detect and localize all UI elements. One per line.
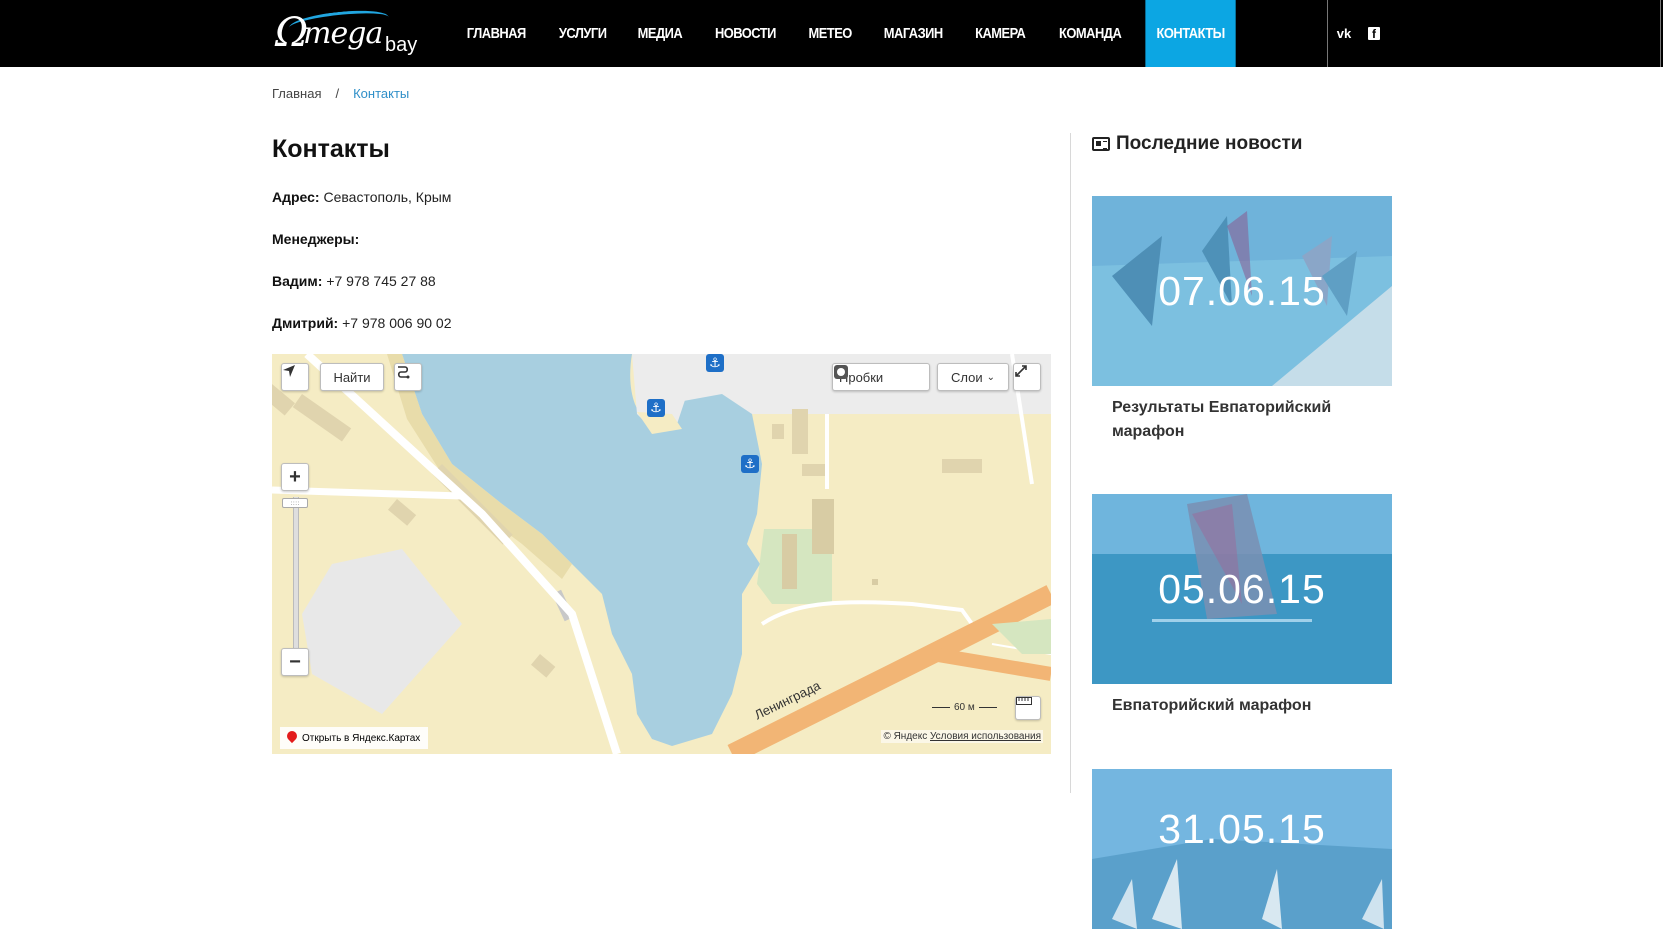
zoom-in-button[interactable]: + — [281, 463, 309, 491]
plus-icon: + — [289, 465, 301, 488]
nav-item-contacts[interactable]: КОНТАКТЫ — [1145, 0, 1237, 67]
open-in-yandex-link[interactable]: Открыть в Яндекс.Картах — [280, 727, 429, 749]
locate-button[interactable] — [281, 363, 309, 391]
address-value: Севастополь, Крым — [323, 189, 452, 205]
map-pin-icon — [284, 728, 300, 744]
anchor-icon[interactable]: ⚓ — [741, 455, 759, 473]
expand-icon — [1015, 365, 1027, 377]
map-scale: 60 м — [932, 702, 997, 713]
news-thumbnail[interactable]: 07.06.15 — [1092, 196, 1392, 386]
zoom-slider-handle[interactable]: :::: — [282, 498, 308, 508]
open-in-yandex-label: Открыть в Яндекс.Картах — [302, 732, 421, 744]
manager-vadim-line: Вадим: +7 978 745 27 88 — [272, 273, 436, 289]
fullscreen-button[interactable] — [1013, 363, 1041, 391]
site-logo[interactable]: Ω mega bay — [275, 6, 430, 60]
sidebar-title-label: Последние новости — [1116, 133, 1303, 154]
nav-item-news[interactable]: НОВОСТИ — [704, 0, 786, 67]
breadcrumb-current: Контакты — [353, 86, 410, 101]
terms-link[interactable]: Условия использования — [930, 731, 1041, 742]
traffic-button[interactable]: Пробки — [832, 363, 930, 391]
arrow-location-icon — [283, 365, 295, 377]
ruler-icon — [1016, 697, 1032, 705]
news-card: 31.05.15 — [1092, 769, 1392, 929]
news-card: 05.06.15 Евпаторийский марафон — [1092, 494, 1392, 718]
top-navbar: Ω mega bay ГЛАВНАЯ УСЛУГИ МЕДИА НОВОСТИ … — [0, 0, 1663, 67]
header-divider-right — [1660, 0, 1661, 67]
news-thumbnail[interactable]: 31.05.15 — [1092, 769, 1392, 929]
manager-dmitry-line: Дмитрий: +7 978 006 90 02 — [272, 315, 452, 331]
news-thumbnail[interactable]: 05.06.15 — [1092, 494, 1392, 684]
nav-item-shop[interactable]: МАГАЗИН — [873, 0, 953, 67]
news-date: 07.06.15 — [1158, 267, 1326, 314]
nav-item-media[interactable]: МЕДИА — [627, 0, 692, 67]
route-icon — [397, 366, 410, 379]
zoom-out-button[interactable]: − — [281, 648, 309, 676]
layers-button[interactable]: Слои ⌄ — [937, 363, 1009, 391]
manager-dmitry-label: Дмитрий: — [272, 315, 339, 331]
scale-label: 60 м — [954, 702, 975, 713]
scale-bar-right — [978, 707, 997, 708]
header-divider — [1327, 0, 1328, 67]
map-copyright: © Яндекс Условия использования — [881, 730, 1043, 743]
breadcrumb-home[interactable]: Главная — [272, 86, 321, 101]
anchor-icon[interactable]: ⚓ — [706, 354, 724, 372]
traffic-icon — [834, 365, 848, 379]
sidebar-title: Последние новости — [1092, 133, 1302, 155]
yandex-map[interactable]: ⚓ ⚓ ⚓ Найти Пробки Слои ⌄ + :::: − Ленин… — [272, 354, 1051, 754]
page-title: Контакты — [272, 135, 390, 163]
nav-item-camera[interactable]: КАМЕРА — [965, 0, 1036, 67]
route-button[interactable] — [394, 363, 422, 391]
address-line: Адрес: Севастополь, Крым — [272, 189, 451, 205]
sidebar-divider — [1070, 133, 1071, 793]
breadcrumb: Главная / Контакты — [272, 86, 409, 101]
address-label: Адрес: — [272, 189, 320, 205]
nav-item-team[interactable]: КОМАНДА — [1049, 0, 1132, 67]
scale-bar-left — [932, 707, 950, 708]
news-date: 05.06.15 — [1158, 565, 1326, 612]
chevron-down-icon: ⌄ — [986, 371, 995, 383]
managers-line: Менеджеры: — [272, 231, 359, 247]
facebook-icon[interactable]: f — [1368, 27, 1380, 41]
main-nav: ГЛАВНАЯ УСЛУГИ МЕДИА НОВОСТИ МЕТЕО МАГАЗ… — [450, 0, 1243, 67]
layers-label: Слои — [950, 369, 983, 385]
news-card: 07.06.15 Результаты Евпаторийский марафо… — [1092, 196, 1392, 444]
logo-mega-text: mega — [303, 16, 383, 51]
nav-item-weather[interactable]: МЕТЕО — [798, 0, 862, 67]
news-title-link[interactable]: Евпаторийский марафон — [1112, 694, 1372, 718]
manager-dmitry-phone[interactable]: +7 978 006 90 02 — [342, 315, 451, 331]
manager-vadim-label: Вадим: — [272, 273, 323, 289]
managers-label: Менеджеры: — [272, 231, 360, 247]
map-find-button[interactable]: Найти — [320, 363, 384, 391]
zoom-slider-track[interactable] — [293, 497, 299, 652]
anchor-icon[interactable]: ⚓ — [647, 399, 665, 417]
logo-bay-text: bay — [385, 34, 418, 56]
copyright-label: © Яндекс — [883, 731, 928, 742]
nav-item-services[interactable]: УСЛУГИ — [548, 0, 616, 67]
news-title-link[interactable]: Результаты Евпаторийский марафон — [1112, 396, 1372, 444]
manager-vadim-phone[interactable]: +7 978 745 27 88 — [326, 273, 435, 289]
news-date: 31.05.15 — [1158, 805, 1326, 852]
vk-icon[interactable]: vk — [1335, 24, 1353, 42]
minus-icon: − — [289, 650, 301, 673]
ruler-button[interactable] — [1015, 696, 1041, 720]
nav-item-home[interactable]: ГЛАВНАЯ — [456, 0, 536, 67]
newspaper-icon — [1092, 137, 1110, 151]
breadcrumb-separator: / — [335, 86, 340, 101]
